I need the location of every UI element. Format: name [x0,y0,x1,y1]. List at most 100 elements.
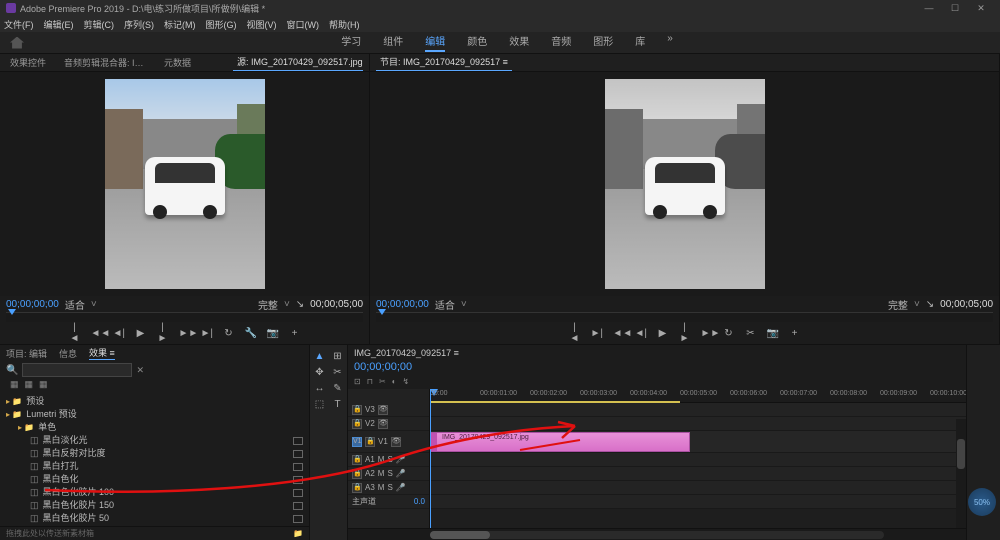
type-tool-icon[interactable]: T [331,397,345,411]
step-fwd-icon[interactable]: ►► [179,328,191,339]
tab-metadata[interactable]: 元数据 [160,54,195,71]
ripple-tool-icon[interactable]: ✥ [313,365,327,379]
timeline-vscroll[interactable] [956,419,966,528]
program-timecode-in[interactable]: 00;00;00;00 [376,299,429,310]
tab-effects[interactable]: 效果 ≡ [89,346,115,360]
tab-info[interactable]: 信息 [59,347,77,360]
video-clip[interactable]: IMG_20170429_092517.jpg [430,432,690,452]
zoom-icon[interactable]: ↘ [296,299,304,310]
export-frame-icon[interactable]: 📷 [267,328,279,339]
zoom-dial[interactable]: 50% [968,488,996,516]
effect-item[interactable]: ◫黑白色化胶片 50 [0,512,309,525]
track-a2 [430,467,966,481]
step-back-icon[interactable]: ◄◄ [91,328,103,339]
menu-help[interactable]: 帮助(H) [329,18,360,31]
tab-audio-mixer[interactable]: 音频剪辑混合器: IMG_20170429_092517 [60,54,150,71]
ws-more[interactable]: » [667,33,673,52]
razor-tool-icon[interactable]: ✂ [331,365,345,379]
effects-tree[interactable]: ▸ 📁预设▸ 📁Lumetri 预设▸ 📁单色◫黑白淡化光◫黑白反射对比度◫黑白… [0,393,309,526]
extract-icon[interactable]: ✂ [745,328,757,339]
track-select-tool-icon[interactable]: ⊞ [331,349,345,363]
close-button[interactable]: ✕ [968,3,994,14]
selection-tool-icon[interactable]: ▲ [313,349,327,363]
source-timecode-in[interactable]: 00;00;00;00 [6,299,59,310]
ws-assembly[interactable]: 组件 [383,33,403,52]
ws-color[interactable]: 颜色 [467,33,487,52]
menu-edit[interactable]: 编辑(E) [44,18,74,31]
ws-library[interactable]: 库 [635,33,645,52]
source-fit-label[interactable]: 适合 [65,297,85,312]
track-area[interactable]: 00:0000:00:01:0000:00:02:0000:00:03:0000… [430,389,966,528]
mark-out-icon[interactable]: ►| [201,328,213,339]
tab-program[interactable]: 节目: IMG_20170429_092517 ≡ [376,53,512,71]
folder-item[interactable]: ▸ 📁单色 [0,421,309,434]
ws-audio[interactable]: 音频 [551,33,571,52]
menu-view[interactable]: 视图(V) [247,18,277,31]
ruler-tick: 00:00:10:00 [930,390,966,397]
effects-search-input[interactable] [22,363,132,377]
effect-item[interactable]: ◫黑白打孔 [0,460,309,473]
play-icon[interactable]: ▶ [657,328,669,339]
step-fwd-icon[interactable]: ►► [701,328,713,339]
playhead-line[interactable] [430,389,431,528]
slip-tool-icon[interactable]: ↔ [313,381,327,395]
loop-icon[interactable]: ↻ [223,328,235,339]
timeline-options[interactable]: ⊡⊓✂◐↯ [348,377,966,389]
ws-learn[interactable]: 学习 [341,33,361,52]
source-monitor[interactable] [0,72,369,296]
program-fit-label[interactable]: 适合 [435,297,455,312]
mark-in-icon[interactable]: |◄ [569,322,581,344]
wrench-icon[interactable]: 🔧 [245,328,257,339]
step-back-icon[interactable]: ◄◄ [613,328,625,339]
sequence-tab[interactable]: IMG_20170429_092517 ≡ [354,348,459,358]
timeline-ruler[interactable]: 00:0000:00:01:0000:00:02:0000:00:03:0000… [430,389,966,403]
menu-graphics[interactable]: 图形(G) [206,18,237,31]
effect-item[interactable]: ◫黑白色化胶片 100 [0,486,309,499]
timeline-timecode[interactable]: 00;00;00;00 [348,361,966,377]
workspace-tabs: 学习 组件 编辑 颜色 效果 音频 图形 库 » [24,33,990,52]
menu-clip[interactable]: 剪辑(C) [84,18,115,31]
menu-window[interactable]: 窗口(W) [287,18,320,31]
tab-project[interactable]: 项目: 编辑 [6,347,47,360]
program-ruler[interactable] [376,312,993,322]
add-button-icon[interactable]: + [289,328,301,339]
tab-source[interactable]: 源: IMG_20170429_092517.jpg ≡ [233,53,363,71]
maximize-button[interactable]: ☐ [942,3,968,14]
minimize-button[interactable]: — [916,3,942,13]
source-ruler[interactable] [6,312,363,322]
home-icon[interactable] [10,37,24,49]
folder-item[interactable]: ▸ 📁Lumetri 预设 [0,408,309,421]
program-monitor[interactable] [370,72,999,296]
goto-in-icon[interactable]: ◄| [113,328,125,339]
hand-tool-icon[interactable]: ⬚ [313,397,327,411]
timeline-zoom-scroll[interactable] [430,531,884,539]
effect-item[interactable]: ◫黑白反射对比度 [0,447,309,460]
pen-tool-icon[interactable]: ✎ [331,381,345,395]
track-headers[interactable]: 🔒V3👁 🔒V2👁 V1🔒V1👁 🔒A1MS🎤 🔒A2MS🎤 🔒A3MS🎤 主声… [348,389,430,528]
ws-effects[interactable]: 效果 [509,33,529,52]
goto-out-icon[interactable]: |► [157,322,169,344]
tab-effect-controls[interactable]: 效果控件 [6,54,50,71]
effect-item[interactable]: ◫黑白色化胶片 150 [0,499,309,512]
source-scale-label[interactable]: 完整 [258,297,278,312]
menu-file[interactable]: 文件(F) [4,18,34,31]
folder-item[interactable]: ▸ 📁预设 [0,395,309,408]
goto-out-icon[interactable]: |► [679,322,691,344]
effect-item[interactable]: ◫黑白色化 [0,473,309,486]
program-scale-label[interactable]: 完整 [888,297,908,312]
add-button-icon[interactable]: + [789,328,801,339]
ws-graphics[interactable]: 图形 [593,33,613,52]
mark-in-icon[interactable]: |◄ [69,322,81,344]
play-icon[interactable]: ▶ [135,328,147,339]
menu-sequence[interactable]: 序列(S) [124,18,154,31]
mark-out-icon[interactable]: ►| [591,328,603,339]
goto-in-icon[interactable]: ◄| [635,328,647,339]
export-frame-icon[interactable]: 📷 [767,328,779,339]
zoom-icon[interactable]: ↘ [926,299,934,310]
lift-icon[interactable]: ↻ [723,328,735,339]
new-bin-icon[interactable]: 📁 [293,529,303,538]
ws-editing[interactable]: 编辑 [425,33,445,52]
effects-filter-icons[interactable]: ▦▦▦ [0,379,309,393]
effect-item[interactable]: ◫黑白淡化光 [0,434,309,447]
menu-marker[interactable]: 标记(M) [164,18,196,31]
